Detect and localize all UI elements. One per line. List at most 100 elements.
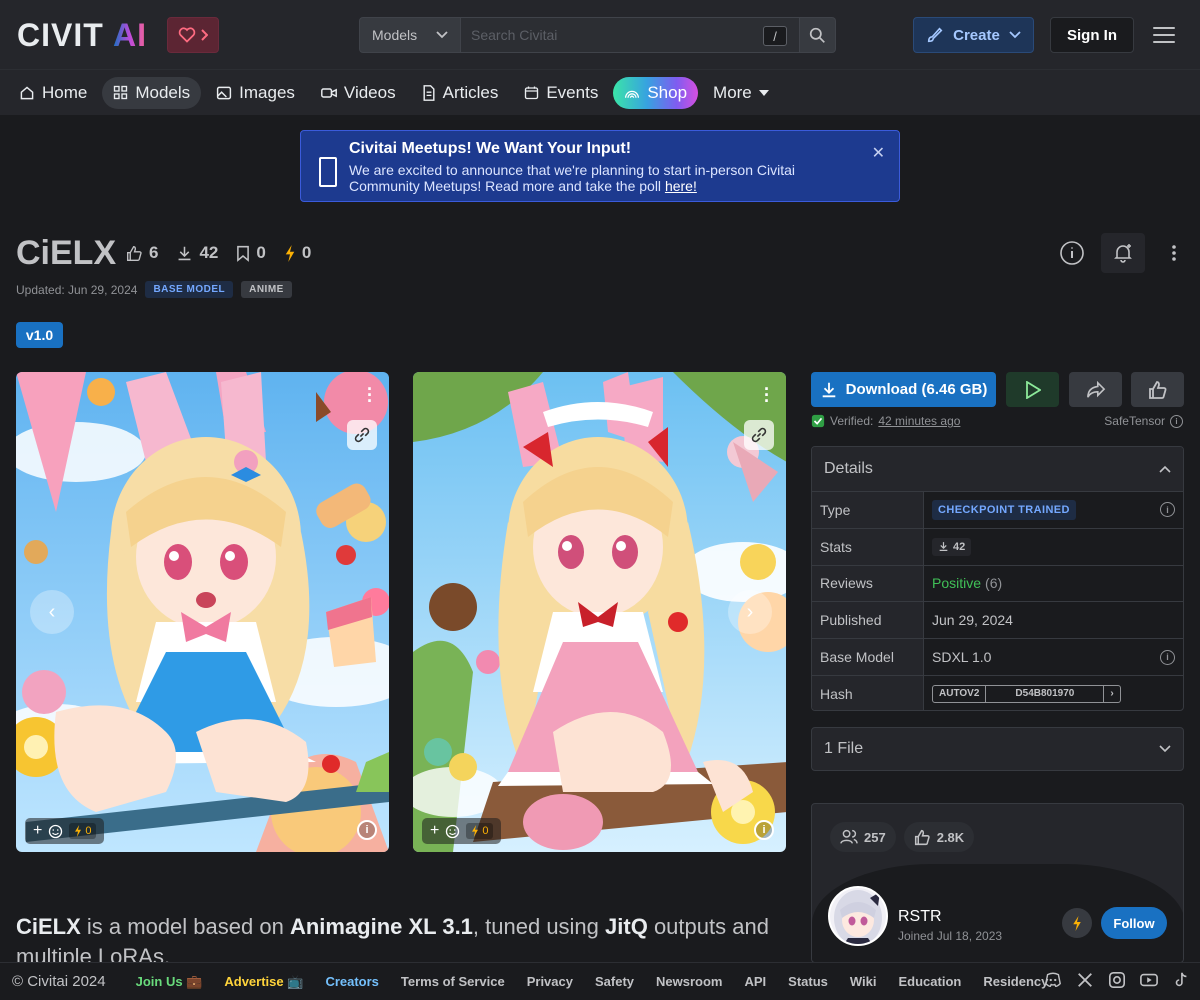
more-options-button[interactable] xyxy=(1155,233,1193,273)
search-button[interactable] xyxy=(800,17,836,53)
card-reactions[interactable]: + 0 xyxy=(25,818,105,844)
hash-type[interactable]: AUTOV2 xyxy=(933,686,985,702)
x-twitter-icon[interactable] xyxy=(1076,971,1094,989)
gallery-image-1[interactable]: · · · ‹ + 0 i xyxy=(16,372,389,852)
remix-button[interactable] xyxy=(744,420,774,450)
nav-shop[interactable]: Shop xyxy=(613,76,699,109)
version-tab[interactable]: v1.0 xyxy=(16,322,63,348)
remix-button[interactable] xyxy=(347,420,377,450)
nav-videos[interactable]: Videos xyxy=(310,77,407,109)
notify-button[interactable] xyxy=(1101,233,1145,273)
search-input[interactable]: Search Civitai / xyxy=(461,17,800,53)
smile-icon xyxy=(49,824,63,838)
card-menu-icon[interactable]: · · · xyxy=(367,380,373,410)
footer-link-terms[interactable]: Terms of Service xyxy=(401,974,505,989)
nav-images[interactable]: Images xyxy=(205,77,306,109)
model-title: CiELX xyxy=(16,234,117,272)
download-button[interactable]: Download (6.46 GB) xyxy=(811,372,996,407)
chevron-right-icon[interactable]: › xyxy=(1104,686,1119,702)
search-type-value: Models xyxy=(372,27,418,43)
details-header[interactable]: Details xyxy=(812,447,1183,491)
verified-status: Verified: 42 minutes ago xyxy=(811,414,960,428)
chevron-left-icon[interactable]: ‹ xyxy=(30,590,74,634)
follow-button[interactable]: Follow xyxy=(1101,907,1167,939)
nav-home[interactable]: Home xyxy=(8,77,98,109)
sign-in-button[interactable]: Sign In xyxy=(1050,17,1134,53)
verified-time-link[interactable]: 42 minutes ago xyxy=(878,414,960,428)
phone-icon xyxy=(319,157,337,187)
info-icon[interactable]: i xyxy=(1160,502,1175,518)
files-accordion[interactable]: 1 File xyxy=(811,727,1184,771)
svg-text:CIVIT: CIVIT xyxy=(17,19,104,49)
creator-name[interactable]: RSTR xyxy=(898,908,942,926)
chevron-down-icon xyxy=(436,31,448,39)
nav-articles[interactable]: Articles xyxy=(411,77,510,109)
youtube-icon[interactable] xyxy=(1140,971,1158,989)
tag-base-model[interactable]: BASE MODEL xyxy=(145,281,234,298)
footer-link-api[interactable]: API xyxy=(744,974,766,989)
video-icon xyxy=(321,87,337,98)
info-button[interactable] xyxy=(1053,233,1091,273)
footer-link-education[interactable]: Education xyxy=(899,974,962,989)
info-icon[interactable]: i xyxy=(1160,649,1175,665)
discord-icon[interactable] xyxy=(1044,971,1062,989)
image-icon xyxy=(217,86,232,99)
base-model-value: SDXL 1.0 xyxy=(932,649,992,666)
instagram-icon[interactable] xyxy=(1108,971,1126,989)
buzz-count: 0 xyxy=(301,243,312,262)
search-type-select[interactable]: Models xyxy=(359,17,461,53)
footer-link-join-us[interactable]: Join Us 💼 xyxy=(136,974,203,990)
footer-link-wiki[interactable]: Wiki xyxy=(850,974,877,989)
tip-button[interactable] xyxy=(1062,908,1092,938)
file-format: SafeTensor i xyxy=(1104,414,1183,428)
chevron-down-icon xyxy=(1159,745,1171,753)
create-button[interactable]: Create xyxy=(913,17,1034,53)
footer-link-residency[interactable]: Residency xyxy=(983,974,1048,989)
nav-events[interactable]: Events xyxy=(513,77,609,109)
avatar-image xyxy=(830,888,886,944)
support-heart-button[interactable] xyxy=(167,17,219,53)
details-row-base-model: Base Model SDXL 1.0 i xyxy=(812,638,1183,675)
updated-date: Updated: Jun 29, 2024 xyxy=(16,282,138,297)
nav-more[interactable]: More xyxy=(702,77,780,109)
gallery-image-2[interactable]: · · · › + 0 i xyxy=(413,372,786,852)
footer-link-newsroom[interactable]: Newsroom xyxy=(656,974,722,989)
footer-link-status[interactable]: Status xyxy=(788,974,828,989)
footer-link-advertise[interactable]: Advertise 📺 xyxy=(224,974,303,990)
tip-stat[interactable]: 0 xyxy=(69,823,97,839)
lightning-icon xyxy=(285,244,295,262)
info-icon[interactable]: i xyxy=(1170,414,1183,428)
download-icon xyxy=(179,246,191,260)
tiktok-icon[interactable] xyxy=(1172,971,1190,989)
hash-copy[interactable]: AUTOV2 D54B801970 › xyxy=(932,684,1121,703)
banner-link[interactable]: here! xyxy=(665,178,697,194)
hash-value[interactable]: D54B801970 xyxy=(985,685,1105,702)
footer-link-creators[interactable]: Creators xyxy=(325,974,378,989)
footer-link-safety[interactable]: Safety xyxy=(595,974,634,989)
avatar[interactable] xyxy=(828,886,888,946)
footer-link-privacy[interactable]: Privacy xyxy=(527,974,573,989)
chevron-down-icon xyxy=(1009,31,1021,39)
like-button[interactable] xyxy=(1131,372,1184,407)
chevron-right-icon[interactable]: › xyxy=(728,590,772,634)
run-button[interactable] xyxy=(1006,372,1059,407)
bell-plus-icon xyxy=(1114,244,1132,263)
likes-stat: 6 xyxy=(126,243,158,263)
tip-stat[interactable]: 0 xyxy=(466,823,494,839)
details-row-stats: Stats 42 xyxy=(812,527,1183,565)
info-icon[interactable]: i xyxy=(357,820,377,840)
share-button[interactable] xyxy=(1069,372,1122,407)
nav-shop-label: Shop xyxy=(647,82,688,102)
card-reactions[interactable]: + 0 xyxy=(422,818,502,844)
card-menu-icon[interactable]: · · · xyxy=(764,380,770,410)
tag-anime[interactable]: ANIME xyxy=(241,281,292,298)
thumbs-up-icon xyxy=(127,245,142,261)
nav-models[interactable]: Models xyxy=(102,76,202,109)
reviews-sentiment[interactable]: Positive xyxy=(932,575,981,591)
civitai-logo[interactable]: CIVIT AI xyxy=(17,19,157,49)
desc-text: is a model based on xyxy=(80,914,290,939)
thumbs-up-icon xyxy=(1148,380,1167,399)
close-icon[interactable]: ✕ xyxy=(872,143,885,163)
menu-icon[interactable] xyxy=(1153,25,1175,45)
info-icon[interactable]: i xyxy=(754,820,774,840)
